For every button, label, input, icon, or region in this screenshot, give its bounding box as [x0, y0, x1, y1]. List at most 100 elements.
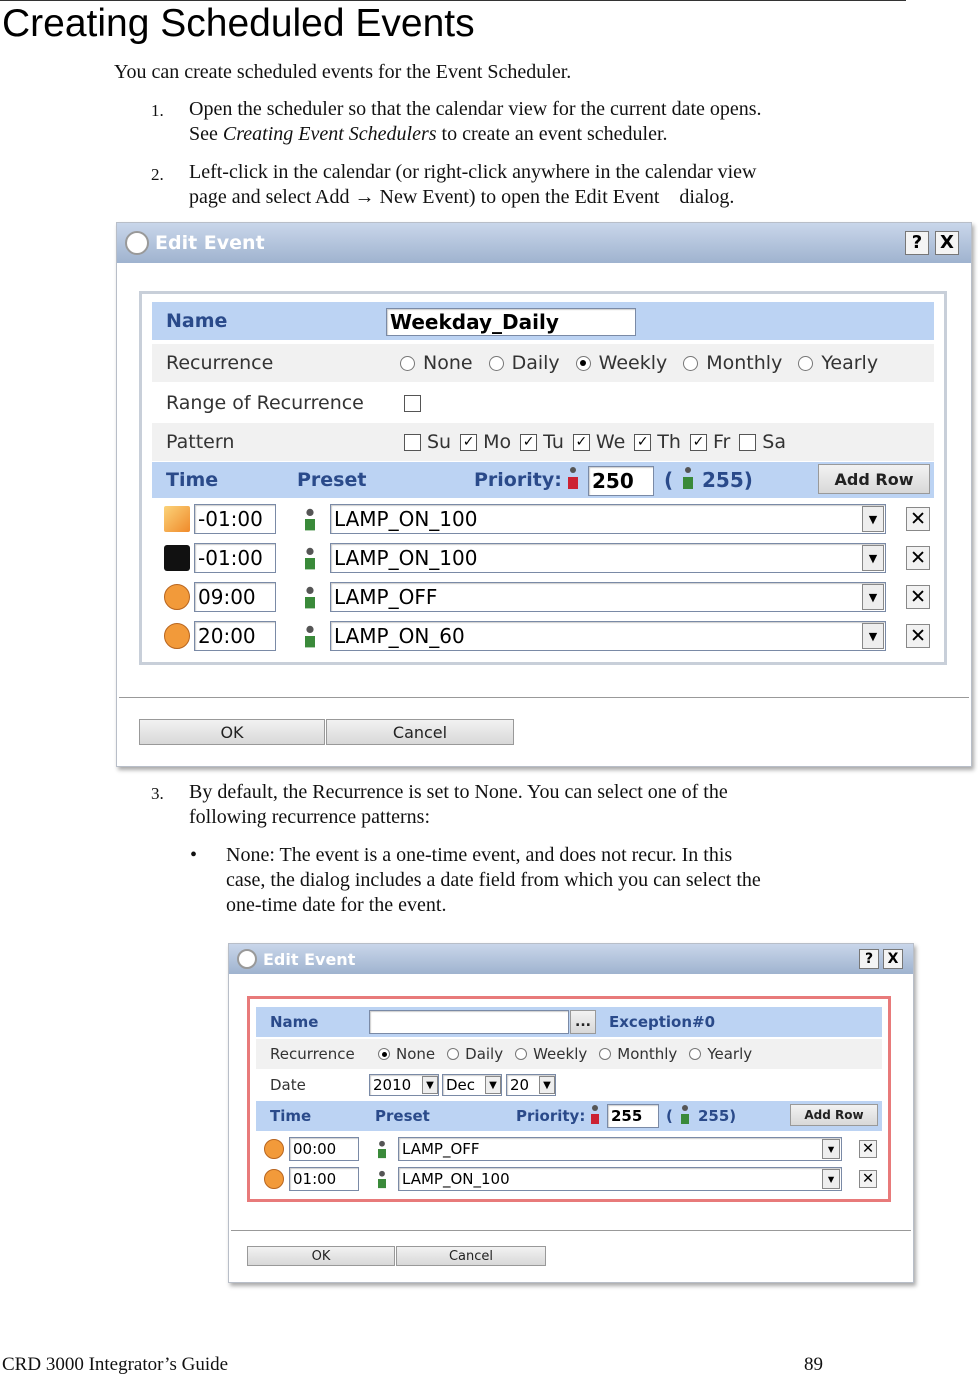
- radio-daily[interactable]: [447, 1048, 460, 1060]
- bullet-line1: None: The event is a one-time event, and…: [226, 844, 733, 866]
- radio-none[interactable]: [378, 1048, 390, 1060]
- time-input[interactable]: 09:00: [194, 582, 276, 612]
- chevron-down-icon[interactable]: ▼: [862, 506, 884, 532]
- recurrence-monthly[interactable]: Monthly: [599, 1045, 677, 1063]
- range-checkbox[interactable]: [404, 394, 421, 412]
- recurrence-none-label: None: [423, 352, 473, 374]
- radio-none[interactable]: [400, 355, 415, 371]
- day-option[interactable]: ✓ Th: [634, 431, 681, 453]
- recurrence-monthly[interactable]: Monthly: [683, 352, 782, 374]
- radio-monthly[interactable]: [683, 355, 699, 371]
- delete-row-button[interactable]: ✕: [859, 1140, 877, 1158]
- recurrence-none[interactable]: None: [378, 1045, 435, 1063]
- radio-weekly[interactable]: [575, 355, 591, 371]
- delete-row-button[interactable]: ✕: [906, 546, 930, 570]
- day-option[interactable]: Sa: [739, 431, 786, 453]
- name-input[interactable]: [369, 1010, 569, 1034]
- time-input[interactable]: 00:00: [289, 1137, 359, 1161]
- preset-select[interactable]: LAMP_ON_100: [330, 504, 886, 534]
- time-input[interactable]: 20:00: [194, 621, 276, 651]
- browse-button[interactable]: ...: [570, 1010, 596, 1034]
- preset-select[interactable]: LAMP_OFF: [330, 582, 886, 612]
- recurrence-yearly-label: Yearly: [821, 352, 879, 374]
- delete-row-button[interactable]: ✕: [906, 624, 930, 648]
- schedule-header: Time Preset Priority:: [152, 462, 934, 498]
- priority-label: Priority:: [474, 469, 562, 491]
- step-2-line1: Left-click in the calendar (or right-cli…: [189, 161, 757, 183]
- day-option[interactable]: ✓ Fr: [689, 431, 730, 453]
- clock-icon: [264, 1169, 284, 1189]
- day-option[interactable]: ✓ Tu: [520, 431, 564, 453]
- delete-row-button[interactable]: ✕: [859, 1170, 877, 1188]
- clock-icon: [164, 584, 190, 610]
- preset-header: Preset: [375, 1107, 430, 1125]
- recurrence-none[interactable]: None: [400, 352, 473, 374]
- day-checkbox[interactable]: ✓: [572, 433, 590, 451]
- chevron-down-icon[interactable]: ▼: [822, 1139, 840, 1159]
- priority-person-icon: [374, 1167, 390, 1191]
- ok-button[interactable]: OK: [247, 1246, 395, 1266]
- preset-select[interactable]: LAMP_ON_60: [330, 621, 886, 651]
- edit-event-dialog-none: Edit Event ? X Name ... Exception#0 Recu…: [228, 943, 914, 1283]
- step-1-number: 1.: [151, 101, 164, 120]
- radio-yearly[interactable]: [798, 355, 814, 371]
- priority-label: Priority:: [516, 1107, 586, 1125]
- preset-select[interactable]: LAMP_ON_100: [398, 1167, 842, 1191]
- day-option[interactable]: Su: [404, 431, 451, 453]
- recurrence-weekly[interactable]: Weekly: [575, 352, 667, 374]
- help-button[interactable]: ?: [859, 949, 879, 969]
- chevron-down-icon[interactable]: ▼: [539, 1076, 555, 1094]
- day-checkbox[interactable]: ✓: [634, 433, 652, 451]
- day-checkbox[interactable]: ✓: [520, 433, 538, 451]
- add-row-button[interactable]: Add Row: [790, 1104, 878, 1126]
- priority-input[interactable]: 250: [588, 466, 654, 496]
- cancel-button[interactable]: Cancel: [326, 719, 514, 745]
- add-row-button[interactable]: Add Row: [818, 464, 930, 494]
- time-input[interactable]: 01:00: [289, 1167, 359, 1191]
- ok-button[interactable]: OK: [139, 719, 325, 745]
- recurrence-daily[interactable]: Daily: [488, 352, 560, 374]
- priority-input[interactable]: 255: [607, 1104, 659, 1128]
- priority-max: 255): [698, 1107, 737, 1125]
- radio-monthly[interactable]: [599, 1048, 612, 1060]
- bullet-line3: one-time date for the event.: [226, 894, 447, 916]
- chevron-down-icon[interactable]: ▼: [862, 545, 884, 571]
- dialog-title-bar: Edit Event ? X: [117, 223, 971, 263]
- chevron-down-icon[interactable]: ▼: [485, 1076, 501, 1094]
- page-title: Creating Scheduled Events: [2, 2, 475, 45]
- day-checkbox[interactable]: [739, 433, 757, 451]
- close-button[interactable]: X: [883, 949, 903, 969]
- day-option[interactable]: ✓ We: [572, 431, 625, 453]
- day-checkbox[interactable]: ✓: [460, 433, 478, 451]
- recurrence-yearly[interactable]: Yearly: [798, 352, 878, 374]
- delete-row-button[interactable]: ✕: [906, 507, 930, 531]
- step-3-number: 3.: [151, 784, 164, 803]
- moon-icon: [164, 545, 190, 571]
- recurrence-weekly[interactable]: Weekly: [515, 1045, 587, 1063]
- day-checkbox[interactable]: [404, 433, 421, 451]
- name-input[interactable]: Weekday_Daily: [386, 308, 636, 336]
- recurrence-monthly-label: Monthly: [617, 1045, 678, 1063]
- step-3-line2: following recurrence patterns:: [189, 806, 431, 828]
- day-checkbox[interactable]: ✓: [689, 433, 707, 451]
- time-input[interactable]: -01:00: [194, 504, 276, 534]
- chevron-down-icon[interactable]: ▼: [862, 584, 884, 610]
- recurrence-daily[interactable]: Daily: [447, 1045, 503, 1063]
- recurrence-yearly[interactable]: Yearly: [689, 1045, 752, 1063]
- delete-row-button[interactable]: ✕: [906, 585, 930, 609]
- radio-yearly[interactable]: [689, 1048, 702, 1060]
- help-button[interactable]: ?: [905, 231, 929, 255]
- chevron-down-icon[interactable]: ▼: [822, 1169, 840, 1189]
- chevron-down-icon[interactable]: ▼: [862, 623, 884, 649]
- day-label: Tu: [543, 431, 564, 453]
- time-input[interactable]: -01:00: [194, 543, 276, 573]
- close-button[interactable]: X: [935, 231, 959, 255]
- cancel-button[interactable]: Cancel: [396, 1246, 546, 1266]
- radio-daily[interactable]: [488, 355, 504, 371]
- day-option[interactable]: ✓ Mo: [460, 431, 511, 453]
- chevron-down-icon[interactable]: ▼: [422, 1076, 438, 1094]
- preset-select[interactable]: LAMP_OFF: [398, 1137, 842, 1161]
- radio-weekly[interactable]: [515, 1048, 528, 1060]
- preset-select[interactable]: LAMP_ON_100: [330, 543, 886, 573]
- step-1-line1: Open the scheduler so that the calendar …: [189, 98, 762, 120]
